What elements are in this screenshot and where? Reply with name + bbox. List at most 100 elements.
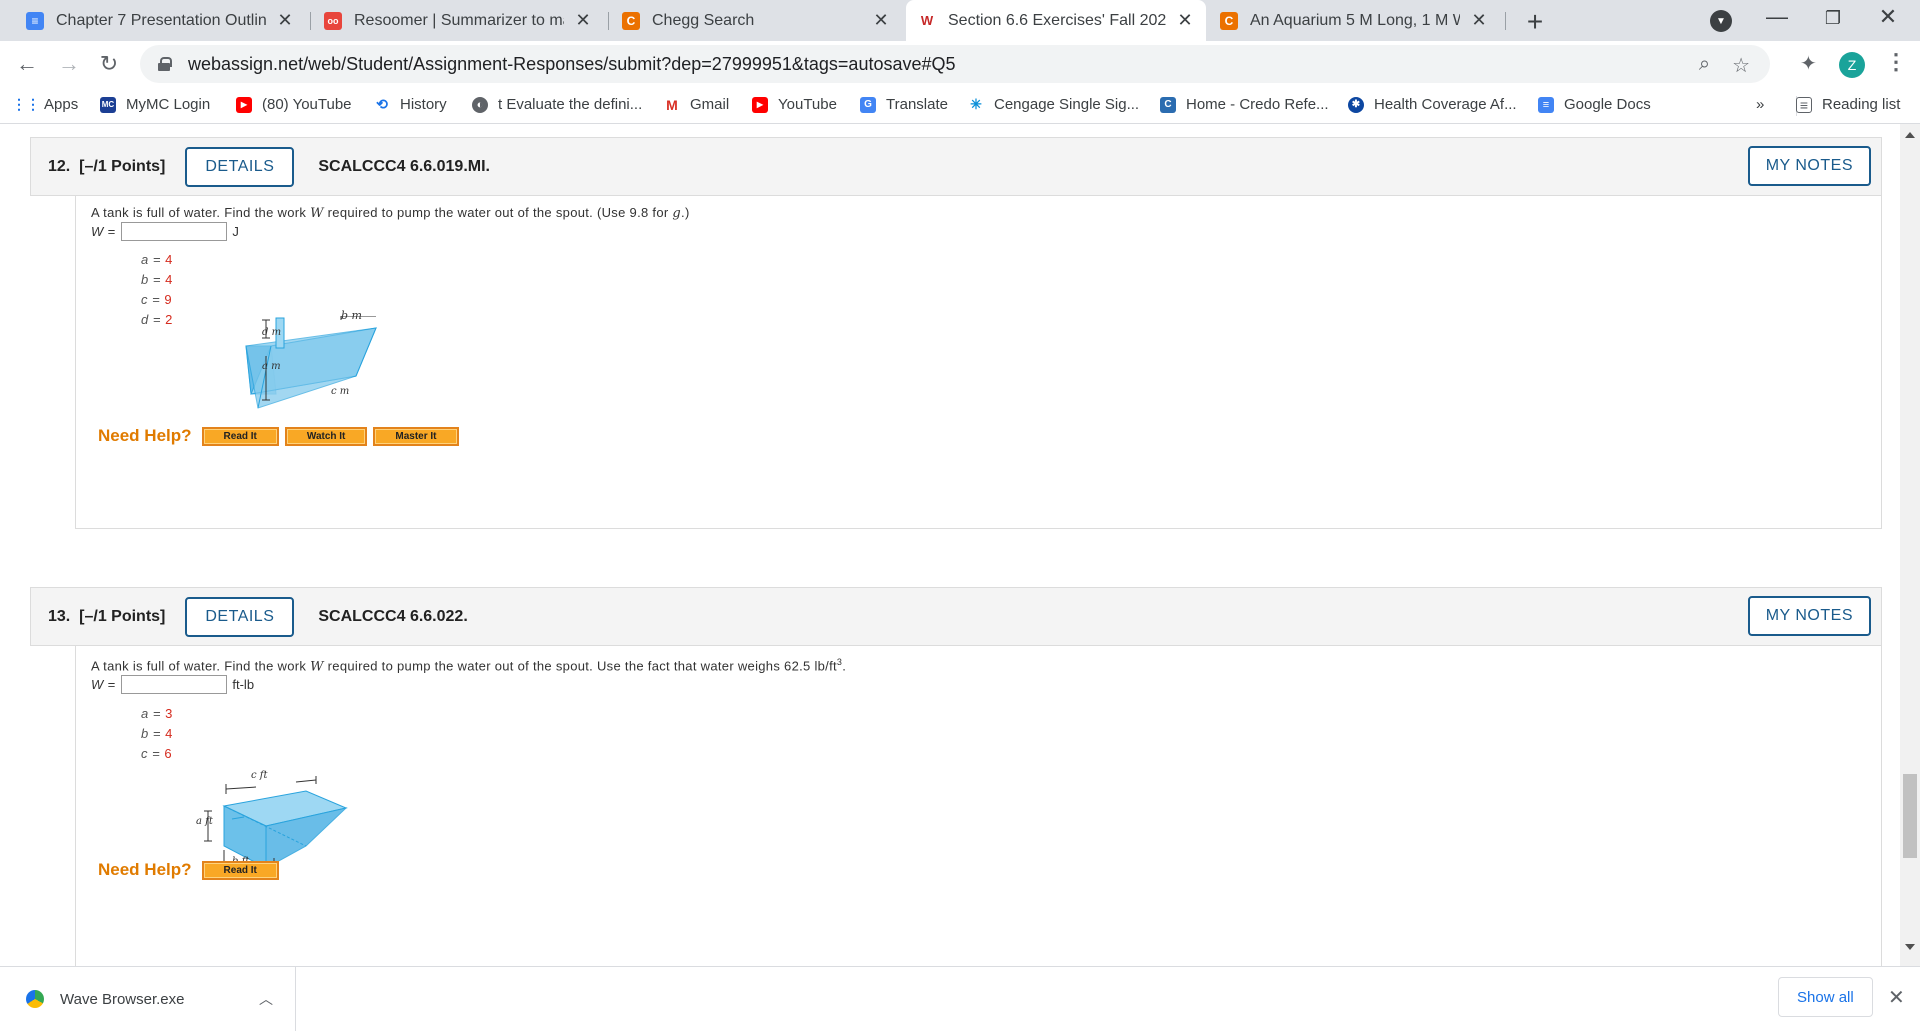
watch-it-button[interactable]: Watch It [284, 426, 368, 446]
download-bar: Wave Browser.exe ︿ Show all ✕ [0, 966, 1920, 1031]
menu-icon[interactable]: ⋮ [1885, 49, 1907, 75]
translate-icon: G [860, 96, 876, 113]
bookmark-translate[interactable]: G Translate [860, 96, 948, 113]
reading-list-icon: ≡ [1796, 96, 1812, 113]
details-button[interactable]: DETAILS [185, 596, 295, 637]
restore-icon[interactable]: ❐ [1813, 8, 1853, 29]
figure-label-a: a ft [196, 816, 213, 827]
bookmark-label: Cengage Single Sig... [994, 96, 1140, 113]
webassign-icon: W [918, 11, 936, 30]
bookmark-label: Apps [44, 96, 79, 113]
answer-row: W = J [91, 222, 239, 241]
details-button[interactable]: DETAILS [185, 146, 295, 187]
zoom-icon[interactable]: ⌕ [1699, 53, 1710, 78]
master-it-button[interactable]: Master It [373, 426, 459, 446]
bookmark-label: MyMC Login [126, 96, 211, 113]
question-number: 13. [–/1 Points] [48, 607, 166, 625]
variable-b: b = 4 [141, 272, 173, 287]
close-window-icon[interactable]: ✕ [1868, 4, 1908, 30]
reload-icon[interactable]: ↻ [94, 49, 124, 79]
bookmark-label: Translate [886, 96, 948, 113]
bookmark-evaluate[interactable]: ◐ t Evaluate the defini... [472, 96, 642, 113]
avatar[interactable]: Z [1839, 52, 1865, 78]
close-icon[interactable]: ✕ [872, 10, 890, 31]
variable-b: b = 4 [141, 726, 173, 741]
tab-section-6-6[interactable]: W Section 6.6 Exercises' Fall 2021 - ✕ [906, 0, 1206, 41]
scrollbar-thumb[interactable] [1903, 774, 1917, 858]
reading-list-button[interactable]: ≡ Reading list [1796, 96, 1900, 113]
bookmarks-overflow-button[interactable]: » [1756, 96, 1764, 113]
tab-chegg-search[interactable]: C Chegg Search ✕ [610, 0, 902, 41]
tank-diagram-rectangular [204, 776, 348, 866]
tab-separator [310, 12, 311, 30]
tab-resoomer[interactable]: oo Resoomer | Summarizer to make ✕ [312, 0, 604, 41]
tab-aquarium[interactable]: C An Aquarium 5 M Long, 1 M Wid ✕ [1208, 0, 1500, 41]
bookmark-mymc[interactable]: MC MyMC Login [100, 96, 210, 113]
reading-list-label: Reading list [1822, 96, 1901, 113]
tab-title: Resoomer | Summarizer to make [354, 11, 564, 29]
bookmark-label: (80) YouTube [262, 96, 352, 113]
variable-c: c = 6 [141, 746, 173, 761]
question-number: 12. [–/1 Points] [48, 157, 166, 175]
tab-separator [1505, 12, 1506, 30]
bookmark-history[interactable]: ⟲ History [374, 96, 447, 113]
new-tab-button[interactable]: + [1520, 6, 1550, 38]
globe-icon: ◐ [472, 96, 488, 113]
url-text[interactable]: webassign.net/web/Student/Assignment-Res… [188, 54, 956, 75]
download-item[interactable]: Wave Browser.exe ︿ [0, 967, 296, 1031]
close-icon[interactable]: ✕ [1888, 985, 1905, 1010]
read-it-button[interactable]: Read It [201, 860, 279, 880]
close-icon[interactable]: ✕ [1470, 10, 1488, 31]
address-bar[interactable]: webassign.net/web/Student/Assignment-Res… [140, 45, 1770, 83]
bookmark-credo[interactable]: C Home - Credo Refe... [1160, 96, 1329, 113]
bookmark-youtube-80[interactable]: ▶ (80) YouTube [236, 96, 352, 113]
question-code: SCALCCC4 6.6.019.MI. [318, 157, 490, 175]
answer-unit: J [232, 224, 239, 239]
bookmark-star-icon[interactable]: ☆ [1732, 53, 1750, 78]
figure-label-c: c m [331, 386, 350, 397]
variable-a: a = 4 [141, 252, 173, 267]
back-icon[interactable]: ← [12, 49, 42, 79]
forward-icon[interactable]: → [54, 49, 84, 79]
tank-diagram-triangular [245, 316, 377, 409]
tab-search-icon[interactable]: ▼ [1710, 10, 1732, 32]
bookmark-cengage[interactable]: ✳ Cengage Single Sig... [968, 96, 1139, 113]
scroll-up-icon[interactable] [1905, 132, 1915, 138]
my-notes-button[interactable]: MY NOTES [1747, 146, 1871, 186]
question-header-13: 13. [–/1 Points] DETAILS SCALCCC4 6.6.02… [30, 587, 1882, 646]
bookmark-apps[interactable]: ⋮⋮ Apps [12, 96, 79, 113]
need-help-row: Need Help? Read It Watch It Master It [98, 426, 465, 446]
extensions-puzzle-icon[interactable]: ✦ [1800, 51, 1817, 76]
gmail-icon: M [666, 96, 678, 113]
answer-input[interactable] [121, 675, 228, 694]
my-notes-button[interactable]: MY NOTES [1747, 596, 1871, 636]
answer-label: W = [91, 677, 116, 692]
read-it-button[interactable]: Read It [201, 426, 279, 446]
answer-unit: ft-lb [232, 677, 255, 692]
bookmark-label: Home - Credo Refe... [1186, 96, 1329, 113]
minimize-icon[interactable]: — [1757, 4, 1797, 30]
bookmark-label: t Evaluate the defini... [498, 96, 643, 113]
question-body-13: A tank is full of water. Find the work W… [75, 646, 1882, 966]
bookmark-youtube[interactable]: ▶ YouTube [752, 96, 837, 113]
close-icon[interactable]: ✕ [574, 10, 592, 31]
health-icon: ✱ [1348, 96, 1364, 113]
bookmark-gmail[interactable]: M Gmail [664, 96, 729, 113]
youtube-icon: ▶ [236, 96, 252, 113]
bookmark-label: YouTube [778, 96, 837, 113]
bookmark-google-docs[interactable]: ≡ Google Docs [1538, 96, 1651, 113]
answer-input[interactable] [121, 222, 228, 241]
browser-toolbar: ← → ↻ webassign.net/web/Student/Assignme… [0, 41, 1920, 88]
close-icon[interactable]: ✕ [1176, 10, 1194, 31]
show-all-button[interactable]: Show all [1778, 977, 1873, 1017]
close-icon[interactable]: ✕ [276, 10, 294, 31]
bookmarks-bar: ⋮⋮ Apps MC MyMC Login ▶ (80) YouTube ⟲ H… [0, 88, 1920, 124]
bookmark-health[interactable]: ✱ Health Coverage Af... [1348, 96, 1517, 113]
tab-chapter7[interactable]: ≡ Chapter 7 Presentation Outline - ✕ [14, 0, 306, 41]
bookmark-label: Health Coverage Af... [1374, 96, 1517, 113]
credo-icon: C [1160, 96, 1176, 113]
chevron-up-icon[interactable]: ︿ [259, 989, 273, 1009]
question-header-12: 12. [–/1 Points] DETAILS SCALCCC4 6.6.01… [30, 137, 1882, 196]
scroll-down-icon[interactable] [1905, 944, 1915, 950]
mymc-icon: MC [100, 96, 116, 113]
